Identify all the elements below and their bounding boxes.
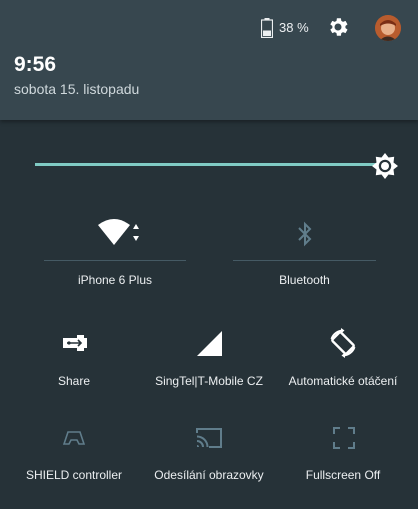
- wifi-icon: [98, 219, 139, 245]
- cast-icon: [196, 428, 222, 448]
- cellular-signal-icon: [197, 331, 222, 356]
- fullscreen-tile-label: Fullscreen Off: [305, 468, 381, 482]
- cast-screen-tile-label: Odesílání obrazovky: [154, 468, 264, 482]
- battery-icon: [261, 18, 273, 38]
- wifi-tile-divider: [44, 260, 186, 261]
- bluetooth-tile-divider: [233, 260, 376, 261]
- cellular-signal-tile-label: SingTel|T-Mobile CZ: [155, 374, 263, 388]
- battery-percentage: 38 %: [279, 20, 309, 35]
- avatar-image: [375, 15, 401, 41]
- brightness-slider-track[interactable]: [35, 163, 385, 166]
- auto-rotate-icon: [330, 328, 356, 358]
- shield-controller-tile-label: SHIELD controller: [25, 468, 123, 482]
- wifi-tile-label: iPhone 6 Plus: [77, 273, 153, 287]
- auto-rotate-tile-label: Automatické otáčení: [288, 374, 398, 388]
- current-date[interactable]: sobota 15. listopadu: [14, 81, 139, 97]
- bluetooth-tile-label: Bluetooth: [279, 273, 330, 287]
- notification-header: 38 % 9:56 sobota 15. listopadu: [0, 0, 418, 120]
- usb-share-icon: [63, 335, 87, 351]
- share-tile-label: Share: [57, 374, 91, 388]
- brightness-slider-thumb-icon[interactable]: [371, 152, 399, 180]
- user-avatar[interactable]: [375, 15, 401, 41]
- settings-gear-icon[interactable]: [326, 15, 350, 39]
- fullscreen-icon: [333, 427, 355, 449]
- gamepad-icon: [63, 431, 85, 445]
- clock-time: 9:56: [14, 53, 57, 76]
- bluetooth-icon: [298, 221, 312, 247]
